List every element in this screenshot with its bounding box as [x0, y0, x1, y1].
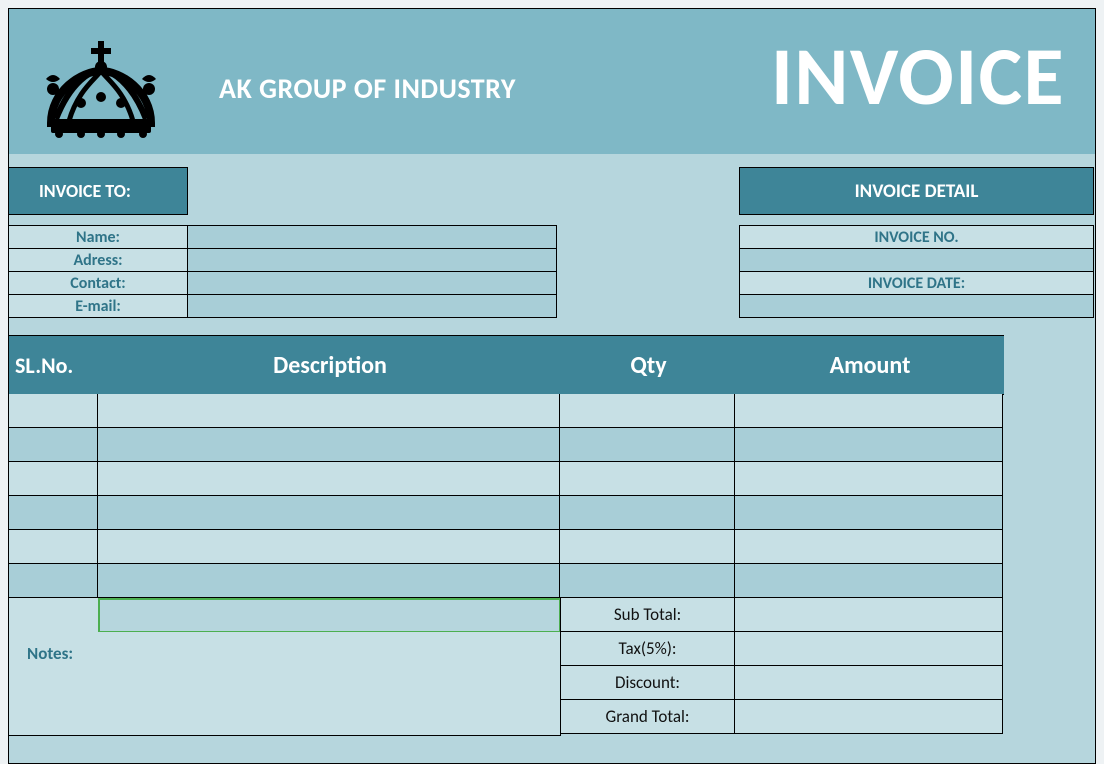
table-row — [8, 394, 1005, 428]
table-header: SL.No. Description Qty Amount — [8, 335, 1004, 395]
subtotal-label: Sub Total: — [560, 598, 735, 632]
notes-area[interactable] — [8, 632, 561, 736]
tax-value[interactable] — [735, 632, 1003, 666]
email-input[interactable] — [187, 294, 557, 318]
crown-logo-icon — [31, 31, 171, 141]
cell-amt[interactable] — [735, 564, 1003, 598]
name-label: Name: — [8, 225, 188, 249]
cell-amt[interactable] — [735, 530, 1003, 564]
col-qty: Qty — [561, 336, 736, 394]
invoice-no-label: INVOICE NO. — [739, 225, 1094, 249]
selected-cell-outline — [98, 598, 561, 633]
discount-label: Discount: — [560, 666, 735, 700]
adress-label: Adress: — [8, 248, 188, 272]
cell-qty[interactable] — [560, 530, 735, 564]
contact-label: Contact: — [8, 271, 188, 295]
table-row — [8, 462, 1005, 496]
tax-label: Tax(5%): — [560, 632, 735, 666]
discount-value[interactable] — [735, 666, 1003, 700]
contact-input[interactable] — [187, 271, 557, 295]
blank-cell[interactable] — [8, 598, 99, 633]
cell-sl[interactable] — [8, 394, 98, 428]
cell-amt[interactable] — [735, 394, 1003, 428]
cell-desc[interactable] — [98, 462, 560, 496]
email-label: E-mail: — [8, 294, 188, 318]
col-description: Description — [99, 336, 561, 394]
grandtotal-label: Grand Total: — [560, 700, 735, 734]
invoice-title: INVOICE — [771, 27, 1065, 127]
cell-qty[interactable] — [560, 394, 735, 428]
cell-sl[interactable] — [8, 496, 98, 530]
cell-desc[interactable] — [98, 394, 560, 428]
adress-input[interactable] — [187, 248, 557, 272]
cell-qty[interactable] — [560, 496, 735, 530]
cell-sl[interactable] — [8, 564, 98, 598]
cell-desc[interactable] — [98, 564, 560, 598]
invoice-page: AK GROUP OF INDUSTRY INVOICE INVOICE TO:… — [8, 8, 1096, 764]
cell-desc[interactable] — [98, 428, 560, 462]
table-row — [8, 530, 1005, 564]
col-amount: Amount — [736, 336, 1004, 394]
table-row — [8, 564, 1005, 598]
invoice-date-input[interactable] — [739, 294, 1094, 318]
invoice-detail-heading: INVOICE DETAIL — [739, 167, 1094, 215]
col-slno: SL.No. — [9, 336, 99, 394]
grandtotal-value[interactable] — [735, 700, 1003, 734]
table-row — [8, 496, 1005, 530]
cell-sl[interactable] — [8, 428, 98, 462]
subtotal-value[interactable] — [735, 598, 1003, 632]
name-input[interactable] — [187, 225, 557, 249]
cell-qty[interactable] — [560, 462, 735, 496]
cell-amt[interactable] — [735, 428, 1003, 462]
notes-label: Notes: — [27, 643, 73, 664]
details-zone: INVOICE TO: INVOICE DETAIL Name: Adress:… — [9, 154, 1095, 344]
table-body — [8, 394, 1005, 598]
cell-desc[interactable] — [98, 530, 560, 564]
company-name: AK GROUP OF INDUSTRY — [219, 71, 516, 106]
cell-amt[interactable] — [735, 496, 1003, 530]
cell-qty[interactable] — [560, 564, 735, 598]
table-row — [8, 428, 1005, 462]
header: AK GROUP OF INDUSTRY INVOICE — [9, 9, 1095, 154]
cell-desc[interactable] — [98, 496, 560, 530]
cell-sl[interactable] — [8, 530, 98, 564]
invoice-date-label: INVOICE DATE: — [739, 271, 1094, 295]
cell-sl[interactable] — [8, 462, 98, 496]
invoice-to-heading: INVOICE TO: — [8, 167, 188, 215]
cell-qty[interactable] — [560, 428, 735, 462]
invoice-no-input[interactable] — [739, 248, 1094, 272]
cell-amt[interactable] — [735, 462, 1003, 496]
